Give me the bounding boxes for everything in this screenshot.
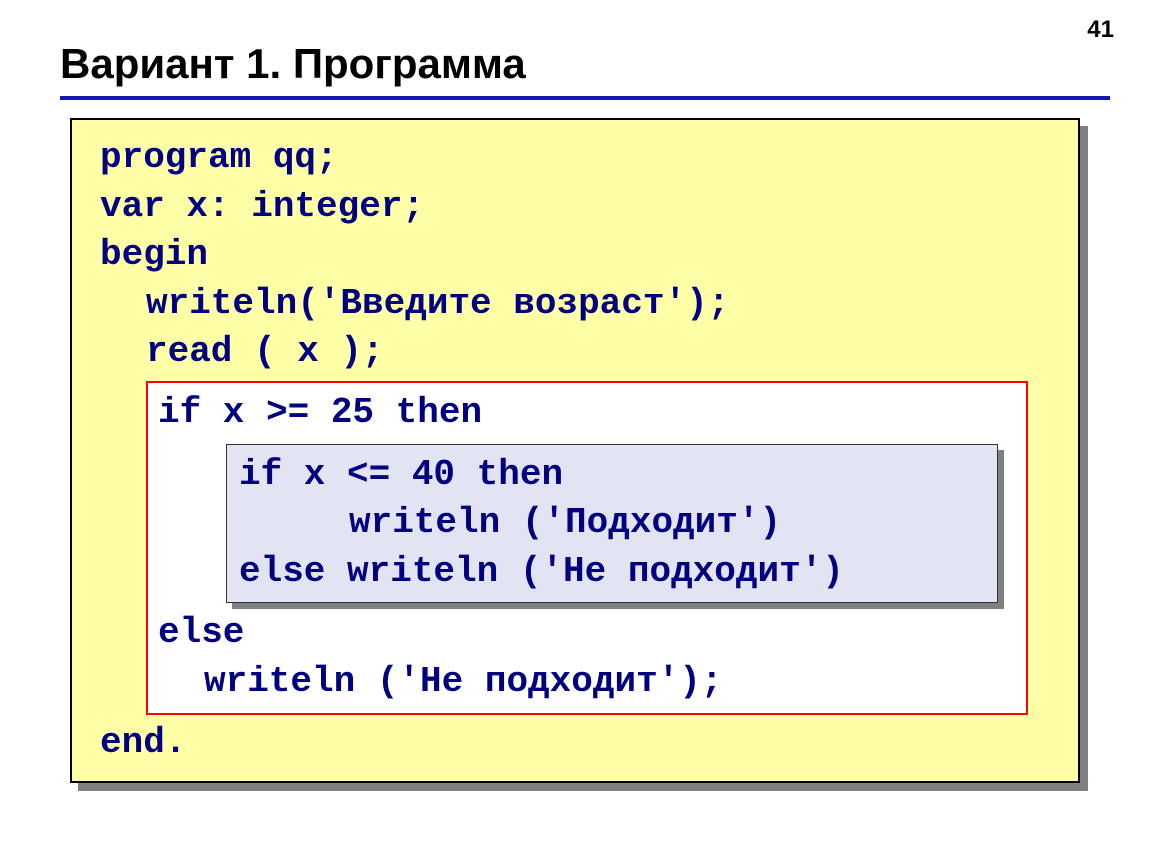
code-line: writeln('Введите возраст'); — [146, 280, 1058, 329]
code-block: program qq; var x: integer; begin writel… — [70, 118, 1080, 783]
inner-box: if x <= 40 then writeln ('Подходит') els… — [226, 444, 998, 604]
code-line: var x: integer; — [100, 183, 1058, 232]
outer-if-block: if x >= 25 then if x <= 40 then writeln … — [146, 381, 1028, 715]
code-line: begin — [100, 231, 1058, 280]
code-line: if x >= 25 then — [158, 389, 1008, 438]
code-line: end. — [100, 719, 1058, 768]
page-number: 41 — [1087, 16, 1114, 44]
slide-title: Вариант 1. Программа — [60, 40, 1110, 88]
code-line: else — [158, 609, 1008, 658]
code-line: writeln ('Подходит') — [349, 499, 979, 548]
code-box: program qq; var x: integer; begin writel… — [70, 118, 1080, 783]
code-line: writeln ('Не подходит'); — [204, 658, 1008, 707]
code-line: else writeln ('Не подходит') — [239, 548, 979, 597]
title-divider — [60, 96, 1110, 100]
slide: 41 Вариант 1. Программа program qq; var … — [0, 0, 1150, 864]
code-line: read ( x ); — [146, 328, 1058, 377]
inner-if-block: if x <= 40 then writeln ('Подходит') els… — [226, 444, 998, 604]
code-line: program qq; — [100, 134, 1058, 183]
code-line: if x <= 40 then — [239, 451, 979, 500]
